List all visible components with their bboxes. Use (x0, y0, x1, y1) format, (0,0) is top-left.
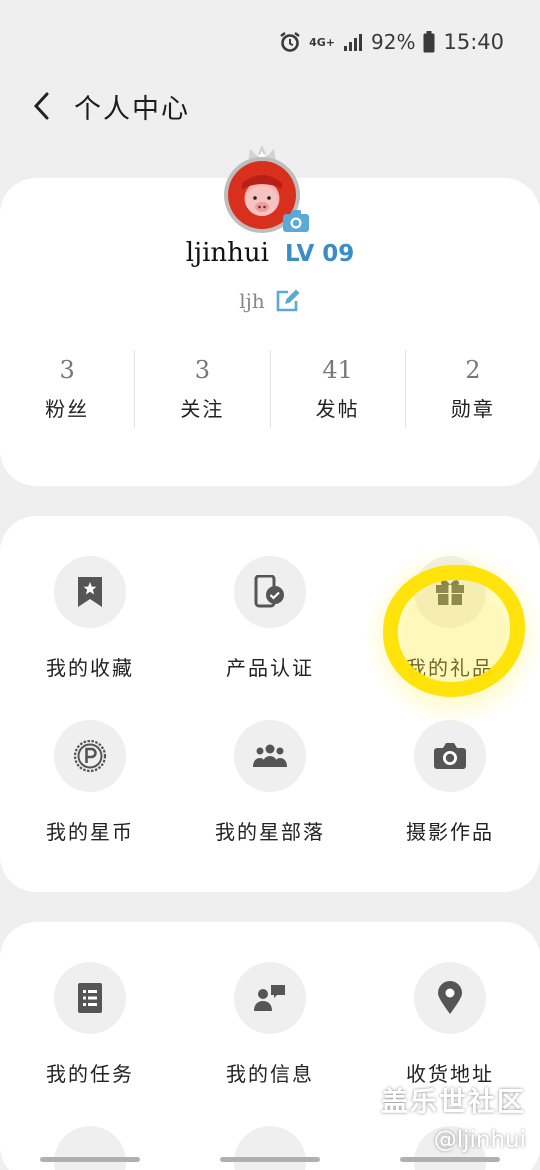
change-avatar-camera-icon[interactable] (282, 209, 310, 233)
stat-medals[interactable]: 2 勋章 (406, 350, 540, 428)
status-bar: 4G+ 92% 15:40 (279, 24, 504, 60)
stat-value: 2 (465, 356, 481, 384)
network-type: 4G+ (309, 35, 336, 49)
stat-label: 关注 (180, 397, 225, 421)
alarm-icon (279, 31, 301, 53)
menu-label: 我的收藏 (46, 656, 134, 680)
stat-value: 41 (322, 356, 353, 384)
menu-label: 我的任务 (46, 1062, 134, 1086)
menu-item-favorites[interactable]: 我的收藏 (0, 556, 180, 681)
menu-card-1: 我的收藏 产品认证 我的礼品 我的星币 我的星部落 摄影作品 (0, 516, 540, 892)
group-icon (234, 720, 306, 792)
system-nav-bar (0, 1157, 540, 1162)
stat-value: 3 (59, 356, 75, 384)
camera-icon (414, 720, 486, 792)
stat-label: 粉丝 (45, 397, 90, 421)
stat-posts[interactable]: 41 发帖 (271, 350, 406, 428)
clock: 15:40 (443, 30, 504, 54)
nav-recents[interactable] (40, 1157, 140, 1162)
coin-icon (54, 720, 126, 792)
menu-item-star-tribe[interactable]: 我的星部落 (180, 720, 360, 845)
battery-percent: 92% (371, 30, 416, 54)
menu-label: 摄影作品 (406, 820, 494, 844)
phone-verified-icon (234, 556, 306, 628)
chevron-left-icon (33, 92, 49, 120)
menu-item-gifts[interactable]: 我的礼品 (360, 556, 540, 681)
stats-row: 3 粉丝 3 关注 41 发帖 2 勋章 (0, 350, 540, 428)
menu-label: 我的礼品 (406, 656, 494, 680)
stat-fans[interactable]: 3 粉丝 (0, 350, 136, 428)
menu-item-photography[interactable]: 摄影作品 (360, 720, 540, 845)
message-icon (234, 962, 306, 1034)
menu-label: 我的星币 (46, 820, 134, 844)
nickname-row: ljh (0, 288, 540, 314)
battery-icon (423, 31, 435, 53)
page-title: 个人中心 (74, 93, 190, 125)
edit-icon[interactable] (275, 288, 301, 314)
gift-icon (414, 556, 486, 628)
task-list-icon (54, 962, 126, 1034)
nav-home[interactable] (220, 1157, 320, 1162)
level-badge: LV 09 (284, 241, 355, 267)
nav-back[interactable] (400, 1157, 500, 1162)
menu-item-address[interactable]: 收货地址 (360, 962, 540, 1087)
bookmark-star-icon (54, 556, 126, 628)
username: ljinhui (185, 238, 269, 268)
menu-item-messages[interactable]: 我的信息 (180, 962, 360, 1087)
username-row: ljinhui LV 09 (0, 238, 540, 268)
menu-item-partial-icon[interactable] (234, 1126, 306, 1170)
stat-value: 3 (194, 356, 211, 384)
signal-icon (343, 33, 363, 51)
back-button[interactable] (22, 80, 62, 132)
page-header: 个人中心 (22, 80, 190, 132)
watermark-brand: 盖乐世社区 (381, 1087, 526, 1118)
menu-label: 我的信息 (226, 1062, 314, 1086)
watermark: 盖乐世社区 @ljinhui (381, 1080, 526, 1153)
menu-item-tasks[interactable]: 我的任务 (0, 962, 180, 1087)
watermark-user: @ljinhui (433, 1127, 526, 1153)
menu-item-partial-icon[interactable] (54, 1126, 126, 1170)
menu-item-product-verify[interactable]: 产品认证 (180, 556, 360, 681)
stat-label: 发帖 (315, 397, 360, 421)
menu-label: 我的星部落 (215, 820, 325, 844)
menu-label: 产品认证 (226, 656, 314, 680)
nickname: ljh (239, 289, 265, 313)
stat-following[interactable]: 3 关注 (135, 350, 271, 428)
location-pin-icon (414, 962, 486, 1034)
stat-label: 勋章 (450, 397, 495, 421)
menu-item-star-coins[interactable]: 我的星币 (0, 720, 180, 845)
